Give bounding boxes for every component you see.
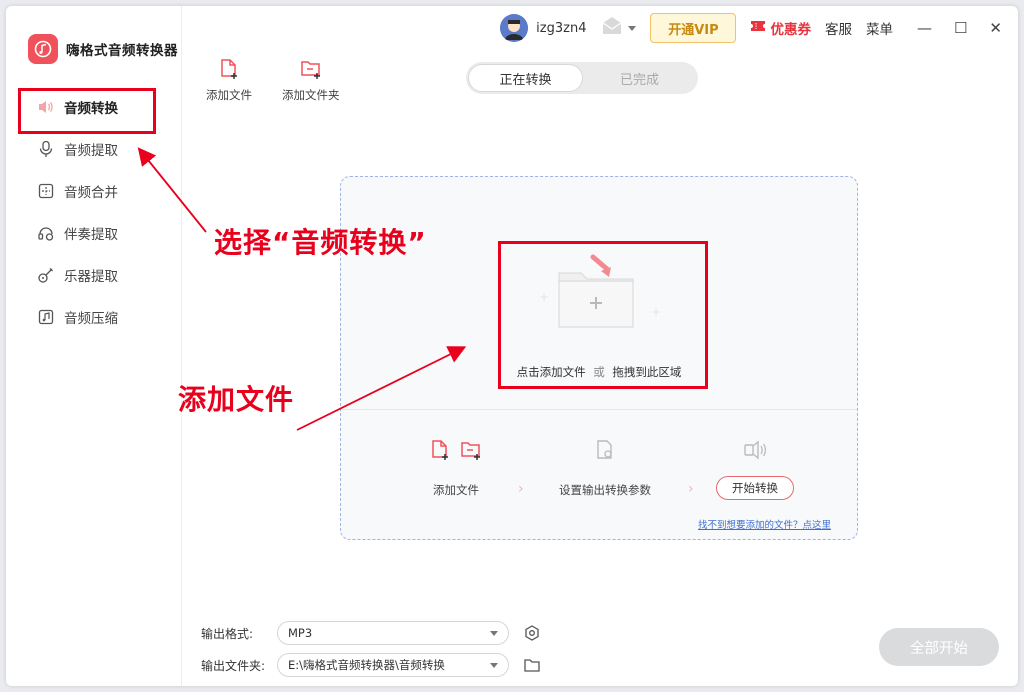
- hint-drag: 拖拽到此区域: [612, 365, 682, 379]
- folder-select[interactable]: E:\嗨格式音频转换器\音频转换: [277, 653, 509, 677]
- settings-file-icon: [594, 440, 616, 464]
- annotation-select: 选择“音频转换”: [214, 226, 427, 259]
- close-icon[interactable]: ✕: [989, 19, 1002, 37]
- start-all-button[interactable]: 全部开始: [879, 628, 999, 666]
- folder-value: E:\嗨格式音频转换器\音频转换: [288, 658, 445, 672]
- sidebar-item-label: 乐器提取: [64, 269, 118, 285]
- sidebar-item-audio-compress[interactable]: 音频压缩: [6, 296, 182, 338]
- maximize-icon[interactable]: ☐: [954, 19, 967, 37]
- start-convert-button[interactable]: 开始转换: [716, 476, 794, 500]
- add-folder-icon: [460, 439, 482, 464]
- sidebar: 嗨格式音频转换器 音频转换 音频提取 音频合并 伴奏提取 乐器提取 音频压缩: [6, 6, 182, 686]
- sidebar-item-label: 音频合并: [64, 185, 118, 201]
- toolbar: 添加文件 添加文件夹: [206, 58, 340, 103]
- chevron-down-icon: [628, 25, 637, 31]
- sparkle-icon: +: [539, 290, 550, 304]
- chevron-right-icon: ›: [688, 481, 694, 497]
- avatar[interactable]: [500, 14, 529, 42]
- sidebar-item-label: 音频压缩: [64, 311, 118, 327]
- compress-icon: [36, 307, 56, 327]
- hint-click: 点击添加文件: [516, 365, 586, 379]
- mail-icon: [600, 15, 624, 41]
- folder-open-icon[interactable]: [523, 656, 541, 674]
- window-controls: — ☐ ✕: [917, 19, 1002, 37]
- vip-button[interactable]: 开通VIP: [650, 13, 737, 43]
- hint-or: 或: [593, 365, 605, 379]
- sidebar-item-instrument[interactable]: 乐器提取: [6, 254, 182, 296]
- step-start: 开始转换: [711, 439, 799, 500]
- message-menu[interactable]: [600, 15, 637, 41]
- help-link[interactable]: 找不到想要添加的文件？点这里: [698, 517, 831, 531]
- step-settings[interactable]: 设置输出转换参数: [545, 439, 665, 498]
- divider: [341, 409, 857, 410]
- add-file-label: 添加文件: [206, 88, 252, 102]
- tab-completed[interactable]: 已完成: [583, 64, 696, 92]
- sidebar-item-label: 伴奏提取: [64, 227, 118, 243]
- folder-row: 输出文件夹: E:\嗨格式音频转换器\音频转换: [201, 650, 561, 680]
- sparkle-icon: +: [651, 305, 662, 319]
- app-window: 嗨格式音频转换器 音频转换 音频提取 音频合并 伴奏提取 乐器提取 音频压缩 i…: [6, 6, 1018, 686]
- tab-converting[interactable]: 正在转换: [468, 64, 583, 92]
- sidebar-nav: 音频转换 音频提取 音频合并 伴奏提取 乐器提取 音频压缩: [6, 86, 182, 338]
- app-title: 嗨格式音频转换器: [66, 43, 178, 59]
- drop-hint: 点击添加文件 或 拖拽到此区域: [341, 364, 857, 380]
- guitar-icon: [36, 265, 56, 285]
- top-bar: izg3zn4 开通VIP 优惠券 客服 菜单 — ☐ ✕: [500, 6, 1018, 50]
- add-file-icon: [219, 58, 239, 83]
- folder-add-icon: [558, 254, 634, 328]
- format-select[interactable]: MP3: [277, 621, 509, 645]
- speaker-icon: [742, 440, 768, 464]
- chevron-down-icon: [490, 630, 498, 636]
- format-row: 输出格式: MP3: [201, 618, 561, 648]
- add-folder-button[interactable]: 添加文件夹: [282, 58, 340, 103]
- app-logo-icon: [28, 34, 58, 64]
- add-file-icon: [430, 439, 450, 464]
- coupon-button[interactable]: 优惠券: [750, 18, 811, 38]
- username: izg3zn4: [536, 20, 587, 36]
- chevron-down-icon: [490, 662, 498, 668]
- folder-label: 输出文件夹:: [201, 658, 266, 673]
- ticket-icon: [750, 19, 766, 37]
- sidebar-item-label: 音频提取: [64, 143, 118, 159]
- step-settings-label: 设置输出转换参数: [559, 483, 651, 497]
- headset-icon: [36, 223, 56, 243]
- sidebar-item-audio-extract[interactable]: 音频提取: [6, 128, 182, 170]
- coupon-label: 优惠券: [770, 22, 811, 38]
- step-add-label: 添加文件: [433, 483, 479, 497]
- menu-link[interactable]: 菜单: [866, 18, 893, 38]
- status-tabs: 正在转换 已完成: [466, 62, 698, 94]
- sidebar-item-audio-merge[interactable]: 音频合并: [6, 170, 182, 212]
- step-add-file[interactable]: 添加文件: [416, 439, 496, 498]
- minimize-icon[interactable]: —: [917, 19, 932, 37]
- format-value: MP3: [288, 626, 313, 640]
- microphone-icon: [36, 139, 56, 159]
- sidebar-item-accompaniment[interactable]: 伴奏提取: [6, 212, 182, 254]
- merge-icon: [36, 181, 56, 201]
- output-settings: 输出格式: MP3 输出文件夹: E:\嗨格式音频转换器\音频转换: [201, 618, 561, 682]
- service-link[interactable]: 客服: [825, 18, 852, 38]
- steps: 添加文件 › 设置输出转换参数 › 开始转换: [341, 439, 857, 509]
- add-file-button[interactable]: 添加文件: [206, 58, 252, 103]
- sidebar-item-audio-convert[interactable]: 音频转换: [6, 86, 182, 134]
- add-folder-icon: [300, 58, 322, 83]
- add-folder-label: 添加文件夹: [282, 88, 340, 102]
- settings-icon[interactable]: [523, 624, 541, 642]
- brand: 嗨格式音频转换器: [28, 34, 178, 64]
- format-label: 输出格式:: [201, 626, 254, 641]
- chevron-right-icon: ›: [518, 481, 524, 497]
- annotation-add: 添加文件: [178, 383, 295, 416]
- user-info[interactable]: izg3zn4: [500, 14, 586, 42]
